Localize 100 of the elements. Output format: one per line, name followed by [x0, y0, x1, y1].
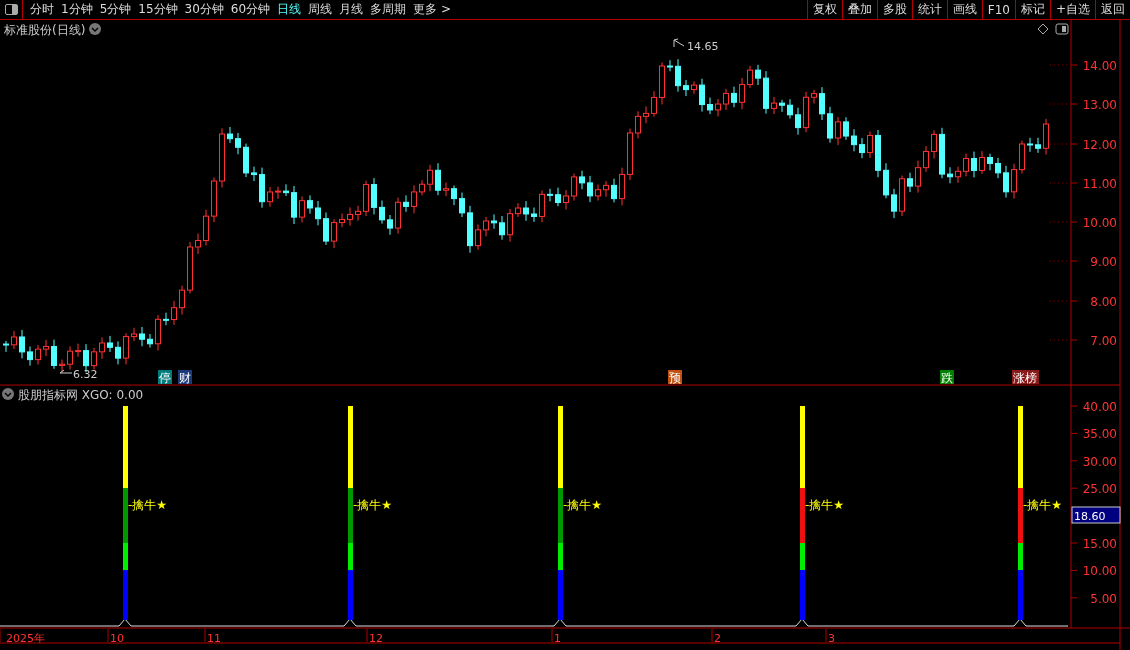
candlestick	[675, 58, 681, 93]
candlestick	[947, 166, 953, 184]
date-axis-label: 11	[207, 632, 221, 645]
price-axis-label: 11.00	[1082, 177, 1117, 191]
candlestick	[811, 89, 817, 105]
candlestick	[779, 99, 785, 113]
indicator-axis-label: 35.00	[1082, 427, 1117, 442]
dropdown-icon[interactable]	[2, 388, 14, 400]
event-marker[interactable]: 停	[158, 370, 172, 385]
candlestick	[227, 126, 233, 144]
candlestick	[155, 314, 161, 351]
candlestick	[379, 199, 385, 225]
candlestick	[739, 77, 745, 110]
current-value-badge: 18.60	[1071, 506, 1121, 524]
candlestick	[827, 106, 833, 144]
candlestick	[139, 326, 145, 347]
period-tab[interactable]: 15分钟	[138, 1, 178, 18]
candlestick	[755, 64, 761, 86]
indicator-axis-label: 25.00	[1082, 482, 1117, 497]
candlestick	[211, 176, 217, 223]
candlestick	[699, 78, 705, 113]
low-arrow-icon	[59, 369, 73, 374]
event-marker[interactable]: 财	[178, 370, 192, 385]
dropdown-icon[interactable]	[89, 23, 101, 35]
candlestick	[195, 233, 201, 255]
price-axis-label: 13.00	[1082, 98, 1117, 112]
candlestick	[547, 188, 553, 202]
candlestick	[323, 211, 329, 246]
candlestick	[75, 343, 81, 358]
candlestick	[603, 180, 609, 198]
period-tab[interactable]: 周线	[308, 1, 333, 18]
candlestick	[907, 172, 913, 193]
event-marker[interactable]: 跌	[940, 370, 954, 385]
candlestick	[27, 346, 33, 367]
candlestick	[43, 339, 49, 357]
period-tab[interactable]: 60分钟	[230, 1, 271, 18]
candlestick	[435, 162, 441, 196]
candlestick	[299, 195, 305, 223]
period-tab[interactable]: 1分钟	[61, 1, 93, 18]
candlestick	[443, 182, 449, 197]
candlestick	[899, 175, 905, 217]
period-tab[interactable]: 30分钟	[184, 1, 224, 18]
high-price-label: 14.65	[687, 40, 719, 53]
candlestick	[667, 59, 673, 72]
candlestick	[1019, 140, 1025, 174]
candlestick	[11, 330, 17, 350]
event-marker[interactable]: 涨榜	[1012, 370, 1039, 385]
candlestick	[611, 178, 617, 203]
period-tab[interactable]: 月线	[339, 1, 364, 18]
candlestick	[267, 186, 273, 208]
date-axis-label: 1	[554, 632, 561, 645]
candlestick	[147, 333, 153, 349]
candlestick	[843, 116, 849, 141]
candlestick	[707, 97, 713, 115]
candlestick	[539, 190, 545, 223]
candlestick	[771, 96, 777, 115]
candlestick	[891, 188, 897, 219]
candlestick	[595, 184, 601, 201]
price-axis-label: 14.00	[1082, 59, 1117, 73]
period-tab[interactable]: 更多 >	[413, 1, 451, 18]
candlestick	[347, 206, 353, 227]
candlestick	[979, 150, 985, 175]
candlestick	[803, 91, 809, 133]
candlestick	[419, 179, 425, 196]
candlestick	[587, 175, 593, 203]
candlestick	[915, 160, 921, 194]
date-axis-label: 2025年	[6, 632, 45, 645]
indicator-axis-label: 30.00	[1082, 454, 1117, 469]
candlestick	[203, 209, 209, 246]
date-axis-label: 2	[714, 632, 721, 645]
candlestick	[187, 241, 193, 294]
candlestick	[491, 213, 497, 230]
candlestick	[883, 162, 889, 199]
candlestick	[235, 132, 241, 155]
candlestick	[555, 187, 561, 207]
candlestick	[99, 336, 105, 360]
candlestick	[1003, 165, 1009, 198]
candlestick	[627, 128, 633, 181]
event-marker[interactable]: 预	[668, 370, 682, 385]
candlestick	[387, 214, 393, 236]
candlestick	[563, 189, 569, 211]
candlestick	[643, 105, 649, 124]
candlestick	[651, 90, 657, 118]
period-tab[interactable]: 5分钟	[99, 1, 132, 18]
candlestick	[355, 205, 361, 222]
signal-label: -擒牛★	[353, 498, 393, 512]
period-tab[interactable]: 多周期	[370, 1, 407, 18]
period-tab[interactable]: 日线	[277, 1, 302, 18]
indicator-axis-label: 40.00	[1082, 400, 1117, 414]
period-tab[interactable]: 分时	[30, 1, 54, 18]
panel-toggle-icon[interactable]	[1055, 23, 1069, 35]
diamond-icon[interactable]	[1037, 23, 1049, 35]
candlestick	[851, 128, 857, 152]
candlestick	[683, 79, 689, 97]
candlestick	[35, 344, 41, 366]
indicator-axis-label: 15.00	[1082, 537, 1117, 551]
candlestick	[315, 200, 321, 226]
candlestick	[747, 65, 753, 89]
signal-label: -擒牛★	[563, 498, 603, 512]
date-axis-label: 12	[369, 632, 383, 645]
